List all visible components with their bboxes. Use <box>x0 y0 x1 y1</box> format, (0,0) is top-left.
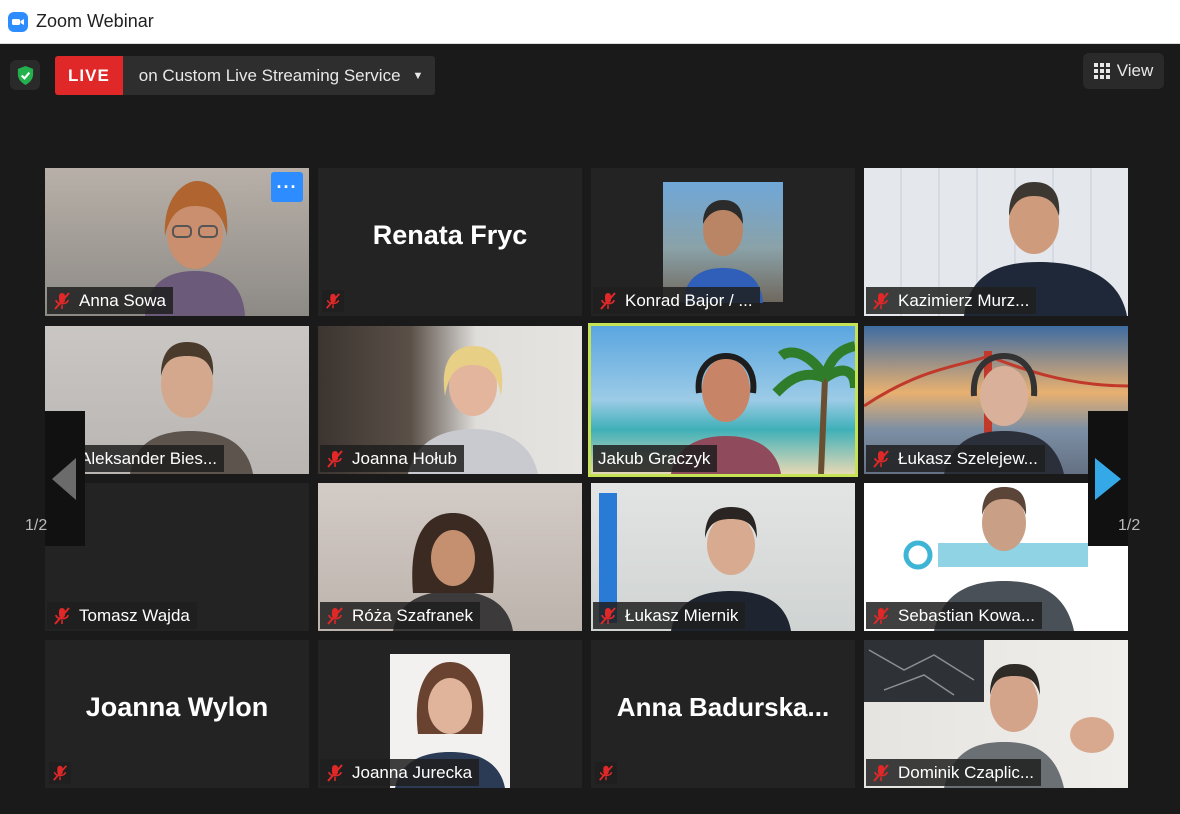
muted-mic-icon <box>49 762 71 784</box>
video-tile[interactable]: Łukasz Miernik <box>591 483 855 631</box>
participant-name-tag: Dominik Czaplic... <box>866 759 1042 786</box>
live-badge: LIVE <box>55 56 123 95</box>
grid-icon <box>1093 63 1110 79</box>
participant-name: Łukasz Miernik <box>625 605 739 625</box>
muted-mic-icon <box>873 291 889 310</box>
participant-display-name: Joanna Wylon <box>85 692 269 722</box>
participant-name: Róża Szafranek <box>352 605 473 625</box>
participant-name-tag: Joanna Hołub <box>320 445 464 472</box>
participant-name-tag: Sebastian Kowa... <box>866 602 1043 629</box>
muted-mic-icon <box>600 291 616 310</box>
muted-mic-icon <box>873 763 889 782</box>
video-tile[interactable]: Dominik Czaplic... <box>864 640 1128 788</box>
participant-display-name: Anna Badurska... <box>616 692 830 722</box>
muted-mic-icon <box>595 762 617 784</box>
page-indicator-left: 1/2 <box>25 517 48 534</box>
video-tile[interactable]: Róża Szafranek <box>318 483 582 631</box>
participant-name: Dominik Czaplic... <box>898 762 1035 782</box>
participant-name-tag: Łukasz Szelejew... <box>866 445 1045 472</box>
participant-name-tag: Łukasz Miernik <box>593 602 746 629</box>
live-stream-target: on Custom Live Streaming Service <box>138 65 401 85</box>
participant-name-tag: Tomasz Wajda <box>47 602 197 629</box>
participant-name: Kazimierz Murz... <box>898 290 1030 310</box>
active-speaker-tile[interactable]: Jakub Graczyk <box>588 323 858 477</box>
more-options-button[interactable]: ··· <box>271 172 303 202</box>
muted-mic-icon <box>322 290 344 312</box>
muted-mic-icon <box>54 606 70 625</box>
encryption-shield-icon[interactable] <box>10 60 40 90</box>
participant-name: Joanna Jurecka <box>352 762 473 782</box>
muted-mic-icon <box>54 291 70 310</box>
participant-name: Jakub Graczyk <box>598 448 711 468</box>
video-tile[interactable]: Renata Fryc <box>318 168 582 316</box>
participant-name-tag: Aleksander Bies... <box>75 445 225 472</box>
participant-name-tag: Jakub Graczyk <box>593 445 718 472</box>
participant-name: Aleksander Bies... <box>80 448 218 468</box>
video-tile[interactable]: Joanna Jurecka <box>318 640 582 788</box>
participant-name-tag: Joanna Jurecka <box>320 759 480 786</box>
muted-mic-icon <box>327 606 343 625</box>
video-tile[interactable]: Joanna Hołub <box>318 326 582 474</box>
video-tile[interactable]: Joanna Wylon <box>45 640 309 788</box>
live-stream-indicator[interactable]: LIVE on Custom Live Streaming Service ▼ <box>55 56 436 95</box>
muted-mic-icon <box>873 606 889 625</box>
caret-down-icon: ▼ <box>412 69 424 82</box>
participant-video-figure <box>683 200 763 303</box>
participant-name-tag: Róża Szafranek <box>320 602 480 629</box>
view-button[interactable]: View <box>1083 53 1164 89</box>
participant-name-tag: Kazimierz Murz... <box>866 287 1037 314</box>
previous-page-button[interactable] <box>45 411 85 546</box>
video-tile[interactable]: Kazimierz Murz... <box>864 168 1128 316</box>
window-titlebar: Zoom Webinar <box>0 0 1180 44</box>
video-tile[interactable]: Anna Badurska... <box>591 640 855 788</box>
chevron-left-icon <box>52 457 76 500</box>
muted-mic-icon <box>327 763 343 782</box>
video-tile[interactable]: Konrad Bajor / ... <box>591 168 855 316</box>
participant-name-tag: Konrad Bajor / ... <box>593 287 760 314</box>
muted-mic-icon <box>873 449 889 468</box>
participant-name: Łukasz Szelejew... <box>898 448 1038 468</box>
webinar-main: LIVE on Custom Live Streaming Service ▼ … <box>0 45 1180 814</box>
participant-name-tag: Anna Sowa <box>47 287 173 314</box>
zoom-app-icon <box>8 11 28 32</box>
participant-name: Sebastian Kowa... <box>898 605 1036 625</box>
participant-name: Joanna Hołub <box>352 448 457 468</box>
participant-name: Konrad Bajor / ... <box>625 290 753 310</box>
video-tile[interactable]: ··· Anna Sowa <box>45 168 309 316</box>
participant-name: Anna Sowa <box>79 290 166 310</box>
muted-mic-icon <box>327 449 343 468</box>
muted-mic-icon <box>600 606 616 625</box>
chevron-right-icon <box>1095 457 1121 500</box>
participant-display-name: Renata Fryc <box>372 220 528 250</box>
window-title: Zoom Webinar <box>36 11 154 31</box>
view-label: View <box>1116 61 1154 80</box>
page-indicator-right: 1/2 <box>1118 517 1141 534</box>
participant-name: Tomasz Wajda <box>79 605 190 625</box>
